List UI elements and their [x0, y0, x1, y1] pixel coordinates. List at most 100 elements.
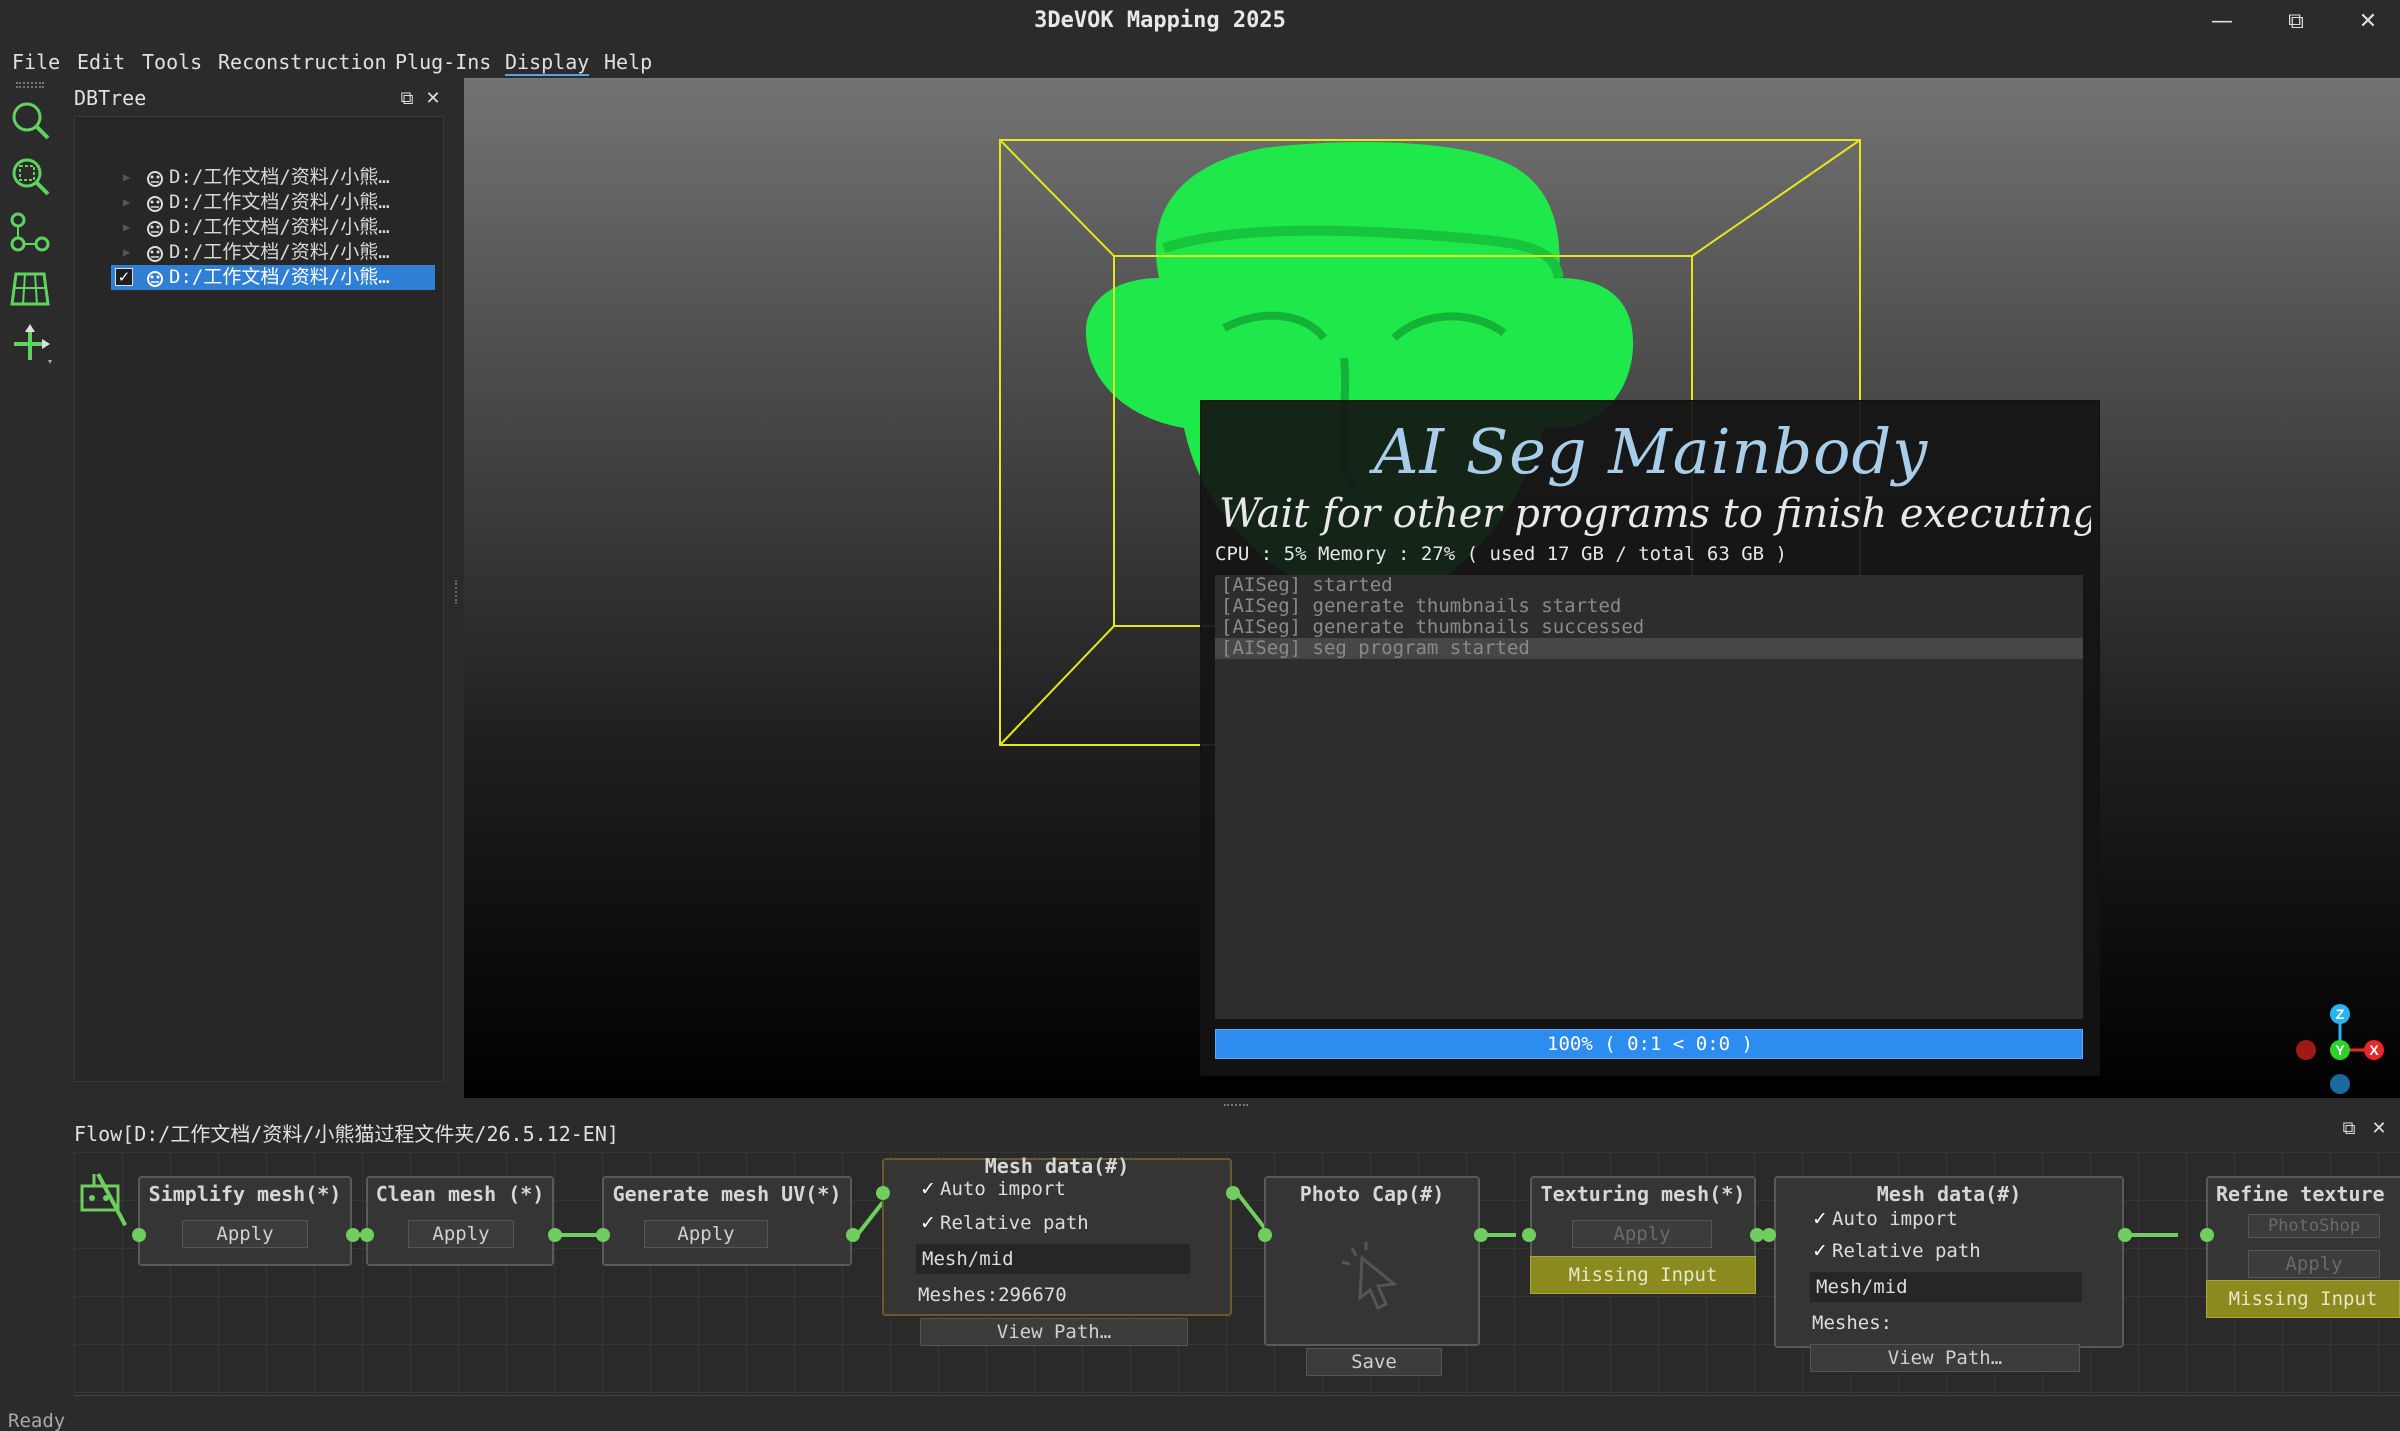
resource-stats: CPU : 5% Memory : 27% ( used 17 GB / tot… — [1215, 543, 1787, 565]
node-title: Generate mesh UV(*) — [612, 1182, 842, 1206]
check-icon: ✓ — [920, 1178, 936, 1200]
mesh-object-icon — [145, 218, 165, 238]
mesh-object-icon — [145, 168, 165, 188]
title-bar: 3DeVOK Mapping 2025 — ⧉ ✕ — [0, 0, 2400, 44]
node-input-port[interactable] — [360, 1228, 374, 1242]
log-output[interactable]: [AISeg] started [AISeg] generate thumbna… — [1215, 575, 2083, 1019]
relative-path-checkbox[interactable]: ✓ Relative path — [920, 1210, 1089, 1236]
menu-edit[interactable]: Edit — [77, 48, 125, 76]
tree-item[interactable]: ▶ D:/工作文档/资料/小熊… — [111, 240, 435, 265]
view-path-button[interactable]: View Path… — [920, 1318, 1188, 1346]
flow-canvas[interactable]: Simplify mesh(*) Apply Clean mesh (*) Ap… — [74, 1152, 2400, 1396]
refine-method-select[interactable]: PhotoShop — [2248, 1214, 2380, 1238]
tree-item[interactable]: ▶ D:/工作文档/资料/小熊… — [111, 165, 435, 190]
flow-splitter[interactable] — [1224, 1104, 1248, 1108]
close-panel-icon[interactable]: ✕ — [422, 88, 444, 110]
axis-gizmo[interactable]: Z X Y — [2290, 1000, 2390, 1098]
cursor-click-icon — [1332, 1234, 1412, 1314]
axis-z-label: Z — [2336, 1006, 2345, 1022]
refine-apply-button[interactable]: Apply — [2248, 1250, 2380, 1278]
mesh-path-field[interactable]: Mesh/mid — [1810, 1272, 2082, 1302]
relative-path-label: Relative path — [940, 1212, 1089, 1234]
axis-y-label: Y — [2335, 1042, 2345, 1058]
restore-button[interactable]: ⧉ — [2266, 6, 2326, 38]
node-refine-texture[interactable]: Refine texture PhotoShop Apply — [2206, 1176, 2400, 1296]
node-title: Simplify mesh(*) — [148, 1182, 342, 1206]
node-mesh-data[interactable]: Mesh data(#) ✓ Auto import ✓ Relative path… — [882, 1154, 1232, 1316]
auto-import-checkbox[interactable]: ✓ Auto import — [1812, 1206, 1958, 1232]
dbtree-list: ▶ D:/工作文档/资料/小熊… ▶ D:/工作文档/资料/小熊… ▶ D:/工… — [74, 116, 444, 1082]
menu-file[interactable]: File — [12, 48, 60, 76]
tree-item-label: D:/工作文档/资料/小熊… — [169, 191, 390, 213]
meshes-count: Meshes:296670 — [918, 1284, 1067, 1306]
mesh-grid-icon[interactable] — [8, 266, 52, 310]
node-title: Photo Cap(#) — [1299, 1182, 1445, 1206]
node-input-port[interactable] — [596, 1228, 610, 1242]
window-title: 3DeVOK Mapping 2025 — [1034, 8, 1286, 33]
ai-seg-dialog: AI Seg Mainbody Wait for other programs … — [1200, 400, 2100, 1076]
node-input-port[interactable] — [1762, 1228, 1776, 1242]
texturing-apply-button[interactable]: Apply — [1572, 1220, 1712, 1248]
node-input-port[interactable] — [132, 1228, 146, 1242]
view-path-button[interactable]: View Path… — [1810, 1344, 2080, 1372]
node-mesh-data-2[interactable]: Mesh data(#) ✓ Auto import ✓ Relative path… — [1774, 1176, 2124, 1348]
menu-display[interactable]: Display — [505, 48, 590, 76]
panel-splitter[interactable] — [455, 580, 459, 604]
measure-points-icon[interactable] — [8, 210, 52, 254]
flow-panel: Flow[D:/工作文档/资料/小熊猫过程文件夹/26.5.12-EN] ⧉ ✕… — [66, 1112, 2400, 1410]
tree-item-label: D:/工作文档/资料/小熊… — [169, 241, 390, 263]
menu-tools[interactable]: Tools — [142, 48, 202, 76]
3d-viewport[interactable]: AI Seg Mainbody Wait for other programs … — [464, 78, 2400, 1098]
node-input-port[interactable] — [2200, 1228, 2214, 1242]
expand-arrow-icon[interactable]: ▶ — [123, 215, 133, 240]
tree-item-selected[interactable]: ✓ D:/工作文档/资料/小熊… — [111, 265, 435, 290]
tree-item[interactable]: ▶ D:/工作文档/资料/小熊… — [111, 215, 435, 240]
check-icon: ✓ — [1812, 1240, 1828, 1262]
clean-apply-button[interactable]: Apply — [408, 1220, 514, 1248]
node-photo-cap[interactable]: Photo Cap(#) — [1264, 1176, 1480, 1346]
zoom-fit-icon[interactable] — [8, 98, 52, 142]
tree-item-label: D:/工作文档/资料/小熊… — [169, 216, 390, 238]
close-button[interactable]: ✕ — [2338, 6, 2398, 38]
check-icon: ✓ — [1812, 1208, 1828, 1230]
zoom-selection-icon[interactable] — [8, 154, 52, 198]
node-input-port[interactable] — [876, 1186, 890, 1200]
node-input-port[interactable] — [1258, 1228, 1272, 1242]
progress-bar: 100% ( 0:1 < 0:0 ) — [1215, 1029, 2083, 1059]
node-simplify-mesh[interactable]: Simplify mesh(*) Apply — [138, 1176, 352, 1266]
node-generate-uv[interactable]: Generate mesh UV(*) Apply — [602, 1176, 852, 1266]
simplify-apply-button[interactable]: Apply — [182, 1220, 308, 1248]
relative-path-label: Relative path — [1832, 1240, 1981, 1262]
visibility-checkbox[interactable]: ✓ — [115, 268, 133, 286]
close-panel-icon[interactable]: ✕ — [2368, 1118, 2390, 1140]
dialog-subtitle: Wait for other programs to finish execut… — [1219, 491, 2091, 537]
tree-item-label: D:/工作文档/资料/小熊… — [169, 166, 390, 188]
menu-plugins[interactable]: Plug-Ins — [395, 48, 491, 76]
dbtree-title: DBTree — [74, 86, 147, 110]
status-bar: Ready — [0, 1408, 2400, 1431]
expand-arrow-icon[interactable]: ▶ — [123, 190, 133, 215]
mesh-object-icon — [145, 268, 165, 288]
node-clean-mesh[interactable]: Clean mesh (*) Apply — [366, 1176, 554, 1266]
float-panel-icon[interactable]: ⧉ — [396, 88, 418, 110]
toolbar-grip[interactable] — [16, 82, 44, 88]
move-axis-icon[interactable] — [8, 322, 52, 366]
menu-reconstruction[interactable]: Reconstruction — [218, 48, 387, 76]
menu-help[interactable]: Help — [604, 48, 652, 76]
float-panel-icon[interactable]: ⧉ — [2338, 1118, 2360, 1140]
log-line: [AISeg] generate thumbnails started — [1221, 595, 1622, 617]
progress-text: 100% ( 0:1 < 0:0 ) — [1547, 1033, 1753, 1055]
photo-save-button[interactable]: Save — [1306, 1348, 1442, 1376]
expand-arrow-icon[interactable]: ▶ — [123, 240, 133, 265]
log-line: [AISeg] started — [1221, 574, 1393, 596]
mesh-path-field[interactable]: Mesh/mid — [916, 1244, 1190, 1274]
missing-input-warning: Missing Input — [1530, 1256, 1756, 1294]
node-input-port[interactable] — [1522, 1228, 1536, 1242]
minimize-button[interactable]: — — [2192, 6, 2252, 38]
status-text: Ready — [8, 1410, 66, 1431]
relative-path-checkbox[interactable]: ✓ Relative path — [1812, 1238, 1981, 1264]
uv-apply-button[interactable]: Apply — [644, 1220, 768, 1248]
tree-item[interactable]: ▶ D:/工作文档/资料/小熊… — [111, 190, 435, 215]
auto-import-checkbox[interactable]: ✓ Auto import — [920, 1176, 1066, 1202]
expand-arrow-icon[interactable]: ▶ — [123, 165, 133, 190]
